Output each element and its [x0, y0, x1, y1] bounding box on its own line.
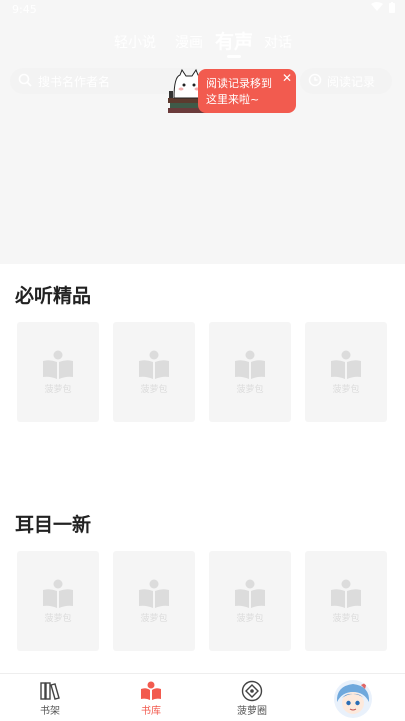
nav-bookshelf[interactable]: 书架 — [20, 680, 80, 717]
search-placeholder: 搜书名作者名 — [38, 74, 111, 89]
book-card-placeholder[interactable]: 菠萝包 — [17, 322, 99, 422]
card-row-fresh: 菠萝包 菠萝包 菠萝包 菠萝包 — [17, 551, 387, 651]
wifi-icon — [371, 2, 383, 16]
card-placeholder-label: 菠萝包 — [332, 384, 360, 395]
card-row-premium: 菠萝包 菠萝包 菠萝包 菠萝包 — [17, 322, 387, 422]
card-placeholder-label: 菠萝包 — [236, 613, 264, 624]
nav-bookshelf-label: 书架 — [40, 706, 60, 717]
nav-library[interactable]: 书库 — [121, 680, 181, 717]
book-card-placeholder[interactable]: 菠萝包 — [209, 322, 291, 422]
library-icon — [121, 680, 181, 702]
circle-icon — [222, 680, 282, 702]
header-area: 9:45 轻小说 漫画 有声 对话 搜书名作者名 阅读记录 — [0, 0, 405, 264]
book-placeholder-icon — [43, 350, 73, 379]
book-card-placeholder[interactable]: 菠萝包 — [305, 322, 387, 422]
tab-light-novel[interactable]: 轻小说 — [114, 32, 156, 52]
tab-comic[interactable]: 漫画 — [175, 32, 203, 52]
book-placeholder-icon — [331, 350, 361, 379]
tooltip-line-2: 这里来啦~ — [206, 93, 260, 106]
card-placeholder-label: 菠萝包 — [236, 384, 264, 395]
status-bar: 9:45 — [0, 0, 405, 20]
battery-icon — [389, 2, 395, 16]
reading-history-button[interactable]: 阅读记录 — [300, 68, 392, 94]
tooltip-bubble: 阅读记录移到 这里来啦~ ✕ — [198, 69, 296, 113]
book-card-placeholder[interactable]: 菠萝包 — [209, 551, 291, 651]
book-placeholder-icon — [235, 579, 265, 608]
status-icons — [371, 2, 395, 16]
book-placeholder-icon — [139, 350, 169, 379]
nav-circle[interactable]: 菠萝圈 — [222, 680, 282, 717]
book-placeholder-icon — [235, 350, 265, 379]
section-title-premium: 必听精品 — [15, 285, 92, 307]
book-card-placeholder[interactable]: 菠萝包 — [17, 551, 99, 651]
close-icon[interactable]: ✕ — [282, 70, 292, 86]
book-placeholder-icon — [139, 579, 169, 608]
tab-dialogue[interactable]: 对话 — [264, 32, 292, 52]
book-placeholder-icon — [43, 579, 73, 608]
category-tabs: 轻小说 漫画 有声 对话 — [0, 26, 405, 56]
nav-library-label: 书库 — [141, 706, 161, 717]
clock-icon — [308, 73, 322, 90]
reading-history-label: 阅读记录 — [327, 74, 376, 89]
nav-circle-label: 菠萝圈 — [237, 706, 267, 717]
status-time: 9:45 — [12, 3, 37, 16]
history-moved-tooltip: 阅读记录移到 这里来啦~ ✕ — [168, 67, 296, 114]
book-card-placeholder[interactable]: 菠萝包 — [305, 551, 387, 651]
card-placeholder-label: 菠萝包 — [332, 613, 360, 624]
tab-audio[interactable]: 有声 — [215, 27, 253, 54]
search-icon — [18, 73, 32, 90]
card-placeholder-label: 菠萝包 — [140, 613, 168, 624]
tooltip-line-1: 阅读记录移到 — [206, 77, 272, 90]
book-card-placeholder[interactable]: 菠萝包 — [113, 551, 195, 651]
book-placeholder-icon — [331, 579, 361, 608]
bookshelf-icon — [20, 680, 80, 702]
card-placeholder-label: 菠萝包 — [140, 384, 168, 395]
section-title-fresh: 耳目一新 — [15, 514, 92, 536]
book-card-placeholder[interactable]: 菠萝包 — [113, 322, 195, 422]
card-placeholder-label: 菠萝包 — [44, 613, 72, 624]
tab-indicator — [227, 55, 241, 58]
avatar[interactable] — [334, 680, 372, 718]
card-placeholder-label: 菠萝包 — [44, 384, 72, 395]
